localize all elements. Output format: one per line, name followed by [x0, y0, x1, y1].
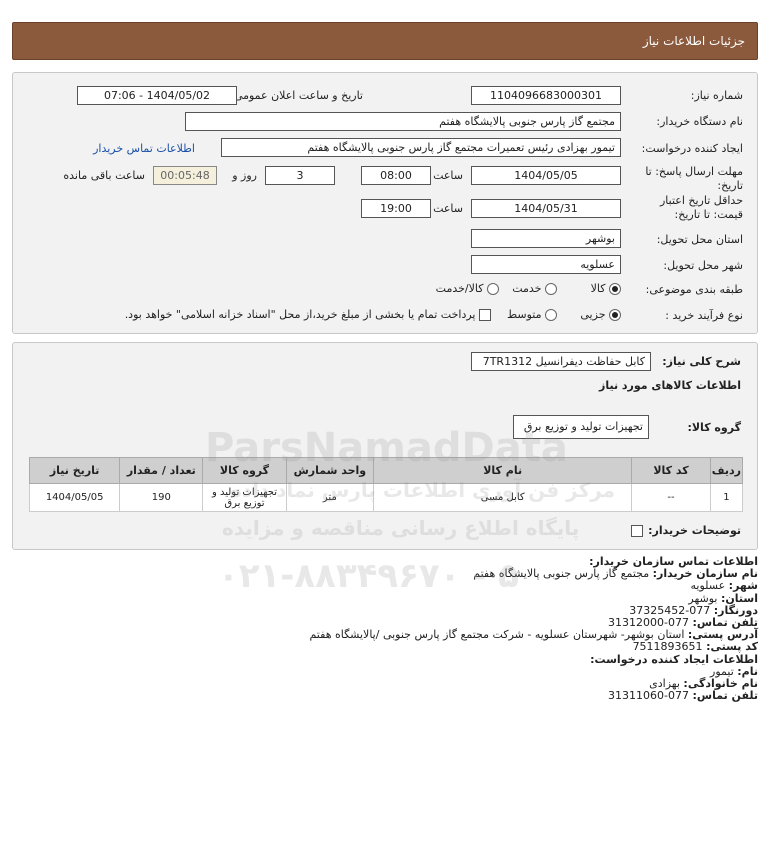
- cell-group: تجهیزات تولید و توزیع برق: [202, 483, 287, 512]
- deadline-label: مهلت ارسال پاسخ: تا تاریخ:: [645, 165, 743, 192]
- group-label: گروه کالا:: [687, 421, 741, 434]
- days-label: روز و: [232, 169, 257, 182]
- cell-unit: متر: [285, 483, 375, 512]
- category-option-service[interactable]: خدمت: [512, 282, 557, 295]
- category-option-goods-service[interactable]: کالا/خدمت: [436, 282, 499, 295]
- fax-label: دورنگار:: [713, 603, 758, 617]
- table-header-row: ردیف کد کالا نام کالا واحد شمارش گروه کا…: [28, 457, 744, 484]
- validity-label: حداقل تاریخ اعتبار قیمت: تا تاریخ:: [659, 194, 743, 221]
- group-field: تجهیزات تولید و توزیع برق: [513, 415, 649, 439]
- radio-icon[interactable]: [545, 309, 557, 321]
- need-number-field: 1104096683000301: [471, 86, 621, 105]
- first-name: تیمور: [710, 664, 734, 678]
- creator-field: تیمور بهزادی رئیس تعمیرات مجتمع گاز پارس…: [221, 138, 621, 157]
- goods-heading: اطلاعات کالاهای مورد نیاز: [599, 379, 741, 392]
- buyer-label: نام دستگاه خریدار:: [656, 115, 743, 128]
- col-name: نام کالا: [373, 457, 633, 484]
- announce-field: 1404/05/02 - 07:06: [77, 86, 237, 105]
- desc-field: کابل حفاظت دیفرانسیل 7TR1312: [471, 352, 651, 371]
- treasury-payment-checkbox[interactable]: پرداخت تمام یا بخشی از مبلغ خرید،از محل …: [125, 308, 491, 321]
- cell-code: --: [631, 483, 711, 512]
- postal-label: کد پستی:: [706, 640, 758, 654]
- col-group: گروه کالا: [202, 457, 287, 484]
- process-label: نوع فرآیند خرید :: [665, 309, 743, 322]
- category-option-goods[interactable]: کالا: [591, 282, 621, 295]
- buyer-notes-checkbox[interactable]: [631, 524, 643, 537]
- org-province: بوشهر: [688, 591, 718, 605]
- need-number-label: شماره نیاز:: [690, 89, 743, 102]
- province-field: بوشهر: [471, 229, 621, 248]
- validity-time-field: 19:00: [361, 199, 431, 218]
- creator-phone: 077-31311060: [608, 689, 690, 703]
- radio-selected-icon[interactable]: [609, 283, 621, 295]
- last-name: بهزادی: [649, 677, 680, 691]
- creator-label: ایجاد کننده درخواست:: [641, 142, 743, 155]
- postal: 7511893651: [632, 640, 703, 654]
- col-unit: واحد شمارش: [285, 457, 375, 484]
- col-qty: تعداد / مقدار: [119, 457, 204, 484]
- radio-selected-icon[interactable]: [609, 309, 621, 321]
- process-option-minor[interactable]: جزیی: [580, 308, 621, 321]
- goods-table: ردیف کد کالا نام کالا واحد شمارش گروه کا…: [28, 457, 744, 512]
- col-row: ردیف: [709, 457, 744, 484]
- province-label: استان محل تحویل:: [656, 233, 743, 246]
- org-name-label: نام سازمان خریدار:: [652, 567, 758, 581]
- buyer-contact-link[interactable]: اطلاعات تماس خریدار: [93, 142, 195, 155]
- checkbox-icon[interactable]: [479, 309, 491, 321]
- city-label: شهر محل تحویل:: [663, 259, 743, 272]
- need-info-panel: شماره نیاز: 1104096683000301 تاریخ و ساع…: [12, 72, 758, 334]
- contact-section: اطلاعات تماس سازمان خریدار: نام سازمان خ…: [309, 555, 758, 703]
- announce-label: تاریخ و ساعت اعلان عمومی:: [230, 89, 363, 102]
- creator-phone-label: تلفن تماس:: [692, 689, 758, 703]
- cell-row: 1: [709, 483, 744, 512]
- cell-qty: 190: [119, 483, 204, 512]
- radio-icon[interactable]: [487, 283, 499, 295]
- checkbox-icon[interactable]: [631, 525, 643, 537]
- org-name: مجتمع گاز پارس جنوبی پالایشگاه هفتم: [473, 567, 650, 581]
- radio-icon[interactable]: [545, 283, 557, 295]
- cell-date: 1404/05/05: [28, 483, 121, 512]
- org-city: عسلویه: [690, 579, 726, 593]
- org-city-label: شهر:: [728, 579, 758, 593]
- col-date: تاریخ نیاز: [28, 457, 121, 484]
- city-field: عسلویه: [471, 255, 621, 274]
- first-name-label: نام:: [737, 664, 758, 678]
- cell-name: کابل مسی: [373, 483, 633, 512]
- deadline-time-label: ساعت: [433, 169, 463, 182]
- validity-date-field: 1404/05/31: [471, 199, 621, 218]
- deadline-time-field: 08:00: [361, 166, 431, 185]
- buyer-notes-label: توضیحات خریدار:: [648, 524, 741, 537]
- buyer-field: مجتمع گاز پارس جنوبی پالایشگاه هفتم: [185, 112, 621, 131]
- last-name-label: نام خانوادگی:: [683, 677, 758, 691]
- address-label: آدرس پستی:: [687, 628, 758, 642]
- org-province-label: استان:: [721, 591, 758, 605]
- validity-time-label: ساعت: [433, 202, 463, 215]
- deadline-date-field: 1404/05/05: [471, 166, 621, 185]
- address: استان بوشهر- شهرستان عسلویه - شرکت مجتمع…: [309, 628, 685, 642]
- category-label: طبقه بندی موضوعی:: [645, 283, 743, 296]
- days-field: 3: [265, 166, 335, 185]
- fax: 077-37325452: [629, 603, 711, 617]
- page-title: جزئیات اطلاعات نیاز: [12, 22, 758, 60]
- table-row: 1 -- کابل مسی متر تجهیزات تولید و توزیع …: [28, 483, 744, 512]
- desc-label: شرح کلی نیاز:: [662, 355, 741, 368]
- remaining-timer: 00:05:48: [153, 166, 217, 185]
- remaining-label: ساعت باقی مانده: [63, 169, 145, 182]
- process-option-medium[interactable]: متوسط: [507, 308, 557, 321]
- goods-panel: شرح کلی نیاز: کابل حفاظت دیفرانسیل 7TR13…: [12, 342, 758, 550]
- creator-heading: اطلاعات ایجاد کننده درخواست:: [590, 652, 758, 666]
- col-code: کد کالا: [631, 457, 711, 484]
